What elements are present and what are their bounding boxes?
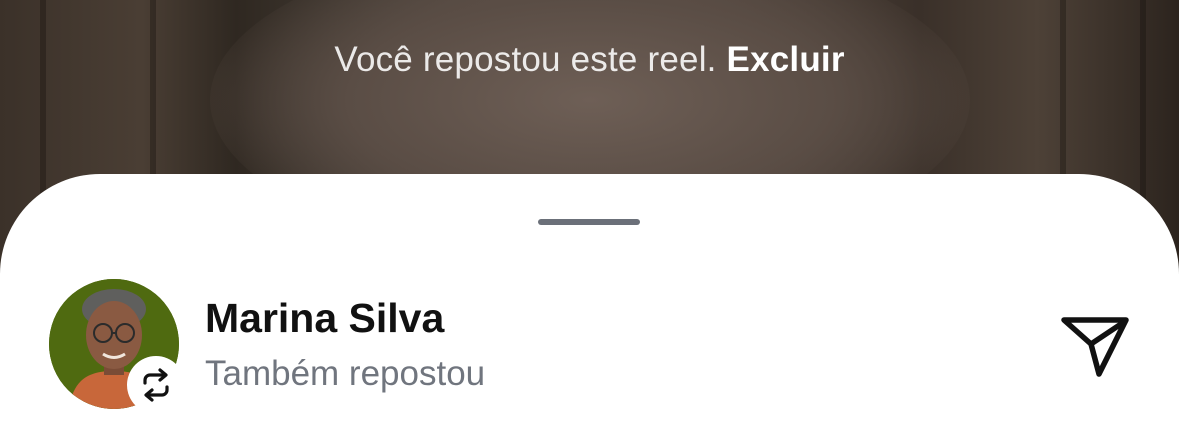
- send-icon: [1061, 317, 1129, 377]
- repost-badge: [127, 356, 185, 414]
- delete-repost-button[interactable]: Excluir: [727, 40, 845, 79]
- send-button[interactable]: [1056, 310, 1134, 382]
- repost-notice-text: Você repostou este reel.: [334, 40, 717, 79]
- user-name[interactable]: Marina Silva: [205, 295, 444, 342]
- repost-notice: Você repostou este reel. Excluir: [0, 40, 1179, 80]
- reposts-bottom-sheet: Marina Silva Também repostou: [0, 174, 1179, 448]
- repost-icon: [143, 368, 169, 402]
- user-subtitle: Também repostou: [205, 354, 486, 393]
- sheet-grabber-handle[interactable]: [538, 219, 640, 225]
